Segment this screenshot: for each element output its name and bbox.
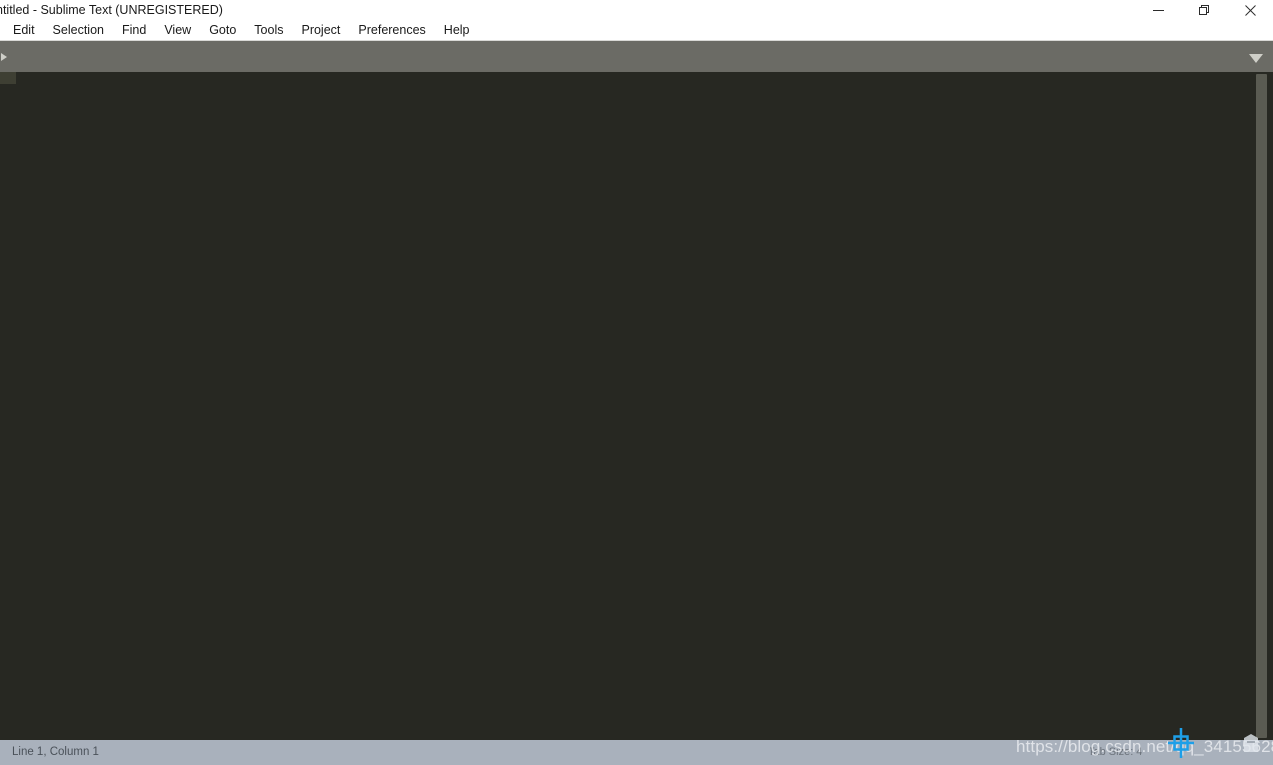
window-controls	[1135, 0, 1273, 20]
restore-icon	[1198, 4, 1209, 15]
close-icon	[1244, 4, 1256, 16]
triangle-right-icon[interactable]	[0, 52, 8, 62]
menu-bar: Edit Selection Find View Goto Tools Proj…	[0, 20, 1273, 40]
menu-item-edit[interactable]: Edit	[4, 20, 44, 40]
minimize-button[interactable]	[1135, 0, 1181, 20]
sublime-text-window: ntitled - Sublime Text (UNREGISTERED) Ed…	[0, 0, 1273, 765]
menu-item-goto[interactable]: Goto	[200, 20, 245, 40]
menu-item-selection[interactable]: Selection	[44, 20, 113, 40]
editor-line-marker	[0, 72, 16, 84]
minimize-icon	[1152, 9, 1164, 11]
close-button[interactable]	[1227, 0, 1273, 20]
status-bar: Line 1, Column 1 Tab Size: 4	[0, 740, 1273, 765]
chevron-down-icon[interactable]	[1249, 54, 1263, 63]
vertical-scrollbar[interactable]	[1256, 74, 1267, 738]
editor-area[interactable]	[0, 72, 1273, 740]
menu-item-project[interactable]: Project	[292, 20, 349, 40]
menu-item-find[interactable]: Find	[113, 20, 155, 40]
menu-item-preferences[interactable]: Preferences	[349, 20, 434, 40]
menu-item-help[interactable]: Help	[435, 20, 479, 40]
menu-item-view[interactable]: View	[155, 20, 200, 40]
menu-item-tools[interactable]: Tools	[245, 20, 292, 40]
maximize-button[interactable]	[1181, 0, 1227, 20]
tab-size-label[interactable]: Tab Size: 4	[1088, 745, 1142, 760]
title-bar: ntitled - Sublime Text (UNREGISTERED)	[0, 0, 1273, 20]
cursor-position-label: Line 1, Column 1	[12, 746, 99, 758]
window-title: ntitled - Sublime Text (UNREGISTERED)	[0, 3, 223, 17]
tab-bar	[0, 40, 1273, 73]
